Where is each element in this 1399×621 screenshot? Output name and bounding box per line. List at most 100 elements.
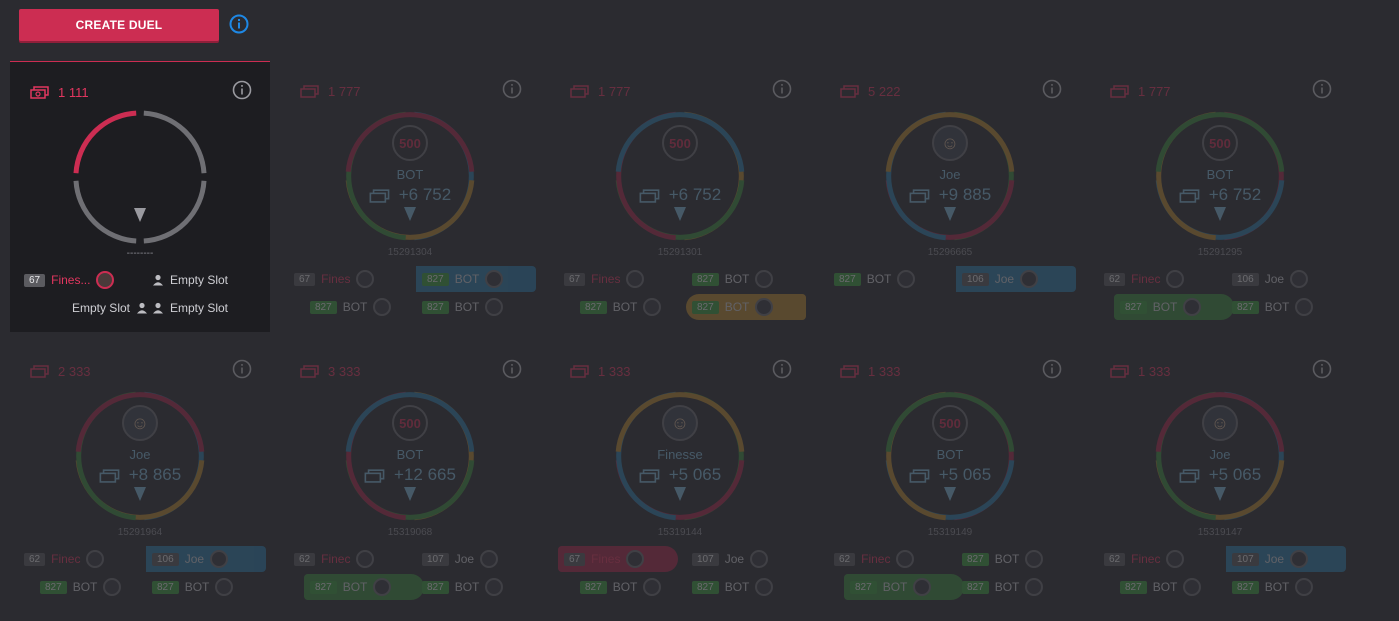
player-slot: 107 Joe	[1226, 546, 1346, 572]
person-icon	[153, 274, 163, 286]
info-icon[interactable]	[502, 79, 522, 99]
avatar	[750, 550, 769, 568]
player-level: 827	[834, 272, 861, 286]
player-slot: 827 BOT	[1114, 574, 1234, 600]
player-level: 827	[850, 580, 877, 594]
info-icon[interactable]	[1312, 79, 1332, 99]
avatar	[755, 298, 774, 316]
cash-icon	[1110, 85, 1129, 98]
player-name: Finec	[1131, 272, 1161, 286]
info-icon[interactable]	[1312, 359, 1332, 379]
duel-card[interactable]: 1 777 500 BOT +6 752 15291295 62 Finec 1…	[1090, 61, 1350, 331]
player-name: BOT	[72, 580, 98, 594]
avatar	[103, 578, 122, 596]
duel-prize: +5 065	[1090, 465, 1350, 485]
cash-icon	[1179, 188, 1200, 203]
winner-name: BOT	[396, 167, 424, 182]
duel-card[interactable]: 1 333 ☺ Finesse +5 065 15319144 67 Fines…	[550, 341, 810, 611]
empty-slot[interactable]: Empty Slot	[146, 295, 266, 321]
player-level: 106	[962, 272, 989, 286]
player-name: Joe	[1264, 552, 1285, 566]
player-level: 62	[294, 552, 316, 566]
pointer-arrow-icon	[674, 207, 686, 221]
winner-avatar: ☺	[662, 405, 698, 441]
duel-card[interactable]: 2 333 ☺ Joe +8 865 15291964 62 Finec 106…	[10, 341, 270, 611]
duel-card[interactable]: 1 777 500 +6 752 15291301 67 Fines 827 B…	[550, 61, 810, 331]
player-name: Joe	[724, 552, 745, 566]
player-level: 827	[310, 580, 337, 594]
duel-card[interactable]: 1 333 ☺ Joe +5 065 15319147 62 Finec 107…	[1090, 341, 1350, 611]
info-icon[interactable]	[502, 359, 522, 379]
player-level: 106	[152, 552, 179, 566]
player-level: 827	[580, 300, 607, 314]
player-level: 67	[24, 273, 46, 287]
duel-card[interactable]: 3 333 500 BOT +12 665 15319068 62 Finec …	[280, 341, 540, 611]
duel-price-value: 2 333	[58, 363, 91, 379]
player-level: 827	[1120, 580, 1147, 594]
player-level: 827	[422, 580, 449, 594]
duel-card-active[interactable]: 1 111 -------- 67 Fines... Empty Slot Em…	[10, 61, 270, 332]
player-level: 827	[962, 552, 989, 566]
avatar	[1183, 298, 1202, 316]
player-level: 827	[1232, 300, 1259, 314]
avatar	[1295, 578, 1314, 596]
duel-card[interactable]: 5 222 ☺ Joe +9 885 15296665 827 BOT 106 …	[820, 61, 1080, 331]
avatar	[913, 578, 932, 596]
cash-icon	[840, 85, 859, 98]
avatar	[643, 298, 662, 316]
player-level: 67	[294, 272, 316, 286]
avatar	[1290, 550, 1309, 568]
duel-card[interactable]: 1 333 500 BOT +5 065 15319149 62 Finec 8…	[820, 341, 1080, 611]
duel-card[interactable]: 1 777 500 BOT +6 752 15291304 67 Fines 8…	[280, 61, 540, 331]
player-slot: 827 BOT	[416, 294, 536, 320]
player-level: 62	[1104, 552, 1126, 566]
cash-icon	[639, 468, 660, 483]
player-level: 107	[1232, 552, 1259, 566]
empty-slot[interactable]: Empty Slot	[34, 295, 154, 321]
info-icon[interactable]	[1042, 79, 1062, 99]
player-level: 827	[580, 580, 607, 594]
avatar	[1025, 550, 1044, 568]
duel-price-value: 1 777	[598, 83, 631, 99]
duel-price: 2 333	[30, 363, 91, 379]
avatar	[1295, 298, 1314, 316]
player-level: 827	[1120, 300, 1147, 314]
info-icon[interactable]	[229, 14, 249, 34]
duel-prize: +6 752	[280, 185, 540, 205]
player-level: 67	[564, 272, 586, 286]
winner-name: Joe	[1209, 447, 1231, 462]
info-icon[interactable]	[232, 80, 252, 100]
player-name: Joe	[994, 272, 1015, 286]
player-slot: 107 Joe	[416, 546, 536, 572]
winner-name: BOT	[1206, 167, 1234, 182]
duel-price: 1 333	[840, 363, 901, 379]
player-slot: 67 Fines...	[18, 267, 138, 293]
empty-slot[interactable]: Empty Slot	[146, 267, 266, 293]
avatar	[485, 298, 504, 316]
duel-prize: +6 752	[550, 185, 810, 205]
cash-icon	[639, 188, 660, 203]
cash-icon	[1179, 468, 1200, 483]
info-icon[interactable]	[772, 359, 792, 379]
avatar	[626, 550, 645, 568]
duel-prize: +6 752	[1090, 185, 1350, 205]
avatar	[1166, 270, 1185, 288]
info-icon[interactable]	[232, 359, 252, 379]
duel-prize-value: +5 065	[1208, 465, 1262, 484]
avatar	[373, 578, 392, 596]
duel-prize-value: +9 885	[938, 185, 992, 204]
cash-icon	[300, 85, 319, 98]
cash-icon	[909, 468, 930, 483]
info-icon[interactable]	[1042, 359, 1062, 379]
cash-icon	[840, 365, 859, 378]
create-duel-button[interactable]: CREATE DUEL	[19, 9, 219, 41]
cash-icon	[570, 365, 589, 378]
player-name: Finec	[861, 552, 891, 566]
pointer-arrow-icon	[404, 207, 416, 221]
player-slot: 827 BOT	[304, 574, 424, 600]
duel-prize-value: +12 665	[394, 465, 456, 484]
info-icon[interactable]	[772, 79, 792, 99]
player-slot: 827 BOT	[1114, 294, 1234, 320]
cash-icon	[364, 468, 385, 483]
player-level: 827	[422, 272, 449, 286]
